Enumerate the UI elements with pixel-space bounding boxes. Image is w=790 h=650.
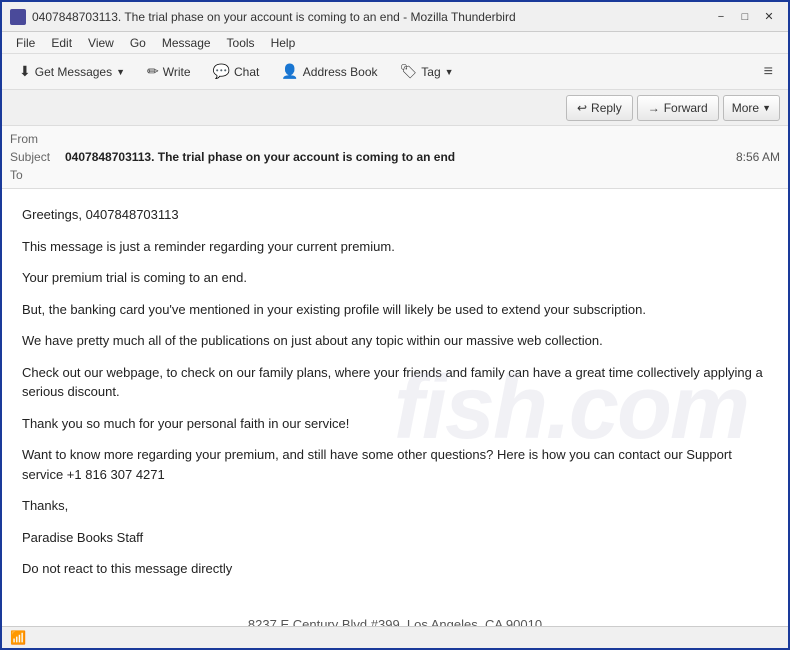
tag-button[interactable]: 🏷 Tag ▼ xyxy=(391,58,463,85)
to-row: To xyxy=(10,166,780,184)
thanks-line1: Thanks, xyxy=(22,496,768,516)
from-label: From xyxy=(10,132,65,146)
tag-label: Tag xyxy=(421,65,440,79)
thanks-line3: Do not react to this message directly xyxy=(22,559,768,579)
greeting: Greetings, 0407848703113 xyxy=(22,205,768,225)
window-title: 0407848703113. The trial phase on your a… xyxy=(32,10,710,24)
forward-label: Forward xyxy=(664,101,708,115)
paragraph3: But, the banking card you've mentioned i… xyxy=(22,300,768,320)
menu-bar: File Edit View Go Message Tools Help xyxy=(2,32,788,54)
address-book-button[interactable]: 👤 Address Book xyxy=(272,58,386,85)
menu-icon: ≡ xyxy=(764,63,773,81)
reply-button[interactable]: ↩ Reply xyxy=(566,95,633,121)
reply-label: Reply xyxy=(591,101,622,115)
reply-icon: ↩ xyxy=(577,101,587,115)
forward-button[interactable]: → Forward xyxy=(637,95,719,121)
write-label: Write xyxy=(163,65,191,79)
minimize-button[interactable]: − xyxy=(710,6,732,28)
email-body: fish.com Greetings, 0407848703113 This m… xyxy=(2,189,788,626)
menu-go[interactable]: Go xyxy=(122,34,154,52)
main-toolbar: ⬇ Get Messages ▼ ✏ Write 💬 Chat 👤 Addres… xyxy=(2,54,788,90)
paragraph1: This message is just a reminder regardin… xyxy=(22,237,768,257)
to-value xyxy=(65,168,780,182)
tag-icon: 🏷 xyxy=(400,63,418,80)
chat-label: Chat xyxy=(234,65,259,79)
from-row: From xyxy=(10,130,780,148)
forward-icon: → xyxy=(648,101,660,115)
more-button[interactable]: More ▼ xyxy=(723,95,780,121)
menu-view[interactable]: View xyxy=(80,34,122,52)
chat-icon: 💬 xyxy=(213,63,230,80)
get-messages-label: Get Messages xyxy=(35,65,112,79)
subject-label: Subject xyxy=(10,150,65,164)
email-header: From Subject 0407848703113. The trial ph… xyxy=(2,126,788,189)
address-book-label: Address Book xyxy=(303,65,378,79)
get-messages-icon: ⬇ xyxy=(19,63,31,80)
message-toolbar: ↩ Reply → Forward More ▼ xyxy=(2,90,788,126)
close-button[interactable]: ✕ xyxy=(758,6,780,28)
tag-dropdown-icon: ▼ xyxy=(445,67,454,77)
get-messages-dropdown-icon: ▼ xyxy=(116,67,125,77)
email-footer: 8237 E Century Blvd #399, Los Angeles, C… xyxy=(22,599,768,627)
paragraph5: Check out our webpage, to check on our f… xyxy=(22,363,768,402)
to-label: To xyxy=(10,168,65,182)
paragraph4: We have pretty much all of the publicati… xyxy=(22,331,768,351)
write-icon: ✏ xyxy=(147,63,159,80)
menu-edit[interactable]: Edit xyxy=(43,34,80,52)
subject-value: 0407848703113. The trial phase on your a… xyxy=(65,150,728,164)
get-messages-button[interactable]: ⬇ Get Messages ▼ xyxy=(10,58,134,85)
menu-tools[interactable]: Tools xyxy=(219,34,263,52)
toolbar-menu-button[interactable]: ≡ xyxy=(757,58,780,86)
app-icon xyxy=(10,9,26,25)
paragraph6: Thank you so much for your personal fait… xyxy=(22,414,768,434)
menu-help[interactable]: Help xyxy=(263,34,304,52)
menu-file[interactable]: File xyxy=(8,34,43,52)
chat-button[interactable]: 💬 Chat xyxy=(204,58,269,85)
email-time: 8:56 AM xyxy=(736,150,780,164)
window-controls: − □ ✕ xyxy=(710,6,780,28)
more-dropdown-icon: ▼ xyxy=(762,103,771,113)
footer-address: 8237 E Century Blvd #399, Los Angeles, C… xyxy=(22,615,768,627)
menu-message[interactable]: Message xyxy=(154,34,219,52)
status-bar: 📶 xyxy=(2,626,788,648)
from-value xyxy=(65,132,780,146)
status-icon: 📶 xyxy=(10,630,26,646)
write-button[interactable]: ✏ Write xyxy=(138,58,200,85)
thanks-line2: Paradise Books Staff xyxy=(22,528,768,548)
maximize-button[interactable]: □ xyxy=(734,6,756,28)
address-book-icon: 👤 xyxy=(281,63,298,80)
paragraph7: Want to know more regarding your premium… xyxy=(22,445,768,484)
title-bar: 0407848703113. The trial phase on your a… xyxy=(2,2,788,32)
paragraph2: Your premium trial is coming to an end. xyxy=(22,268,768,288)
more-label: More xyxy=(732,101,759,115)
subject-row: Subject 0407848703113. The trial phase o… xyxy=(10,148,780,166)
